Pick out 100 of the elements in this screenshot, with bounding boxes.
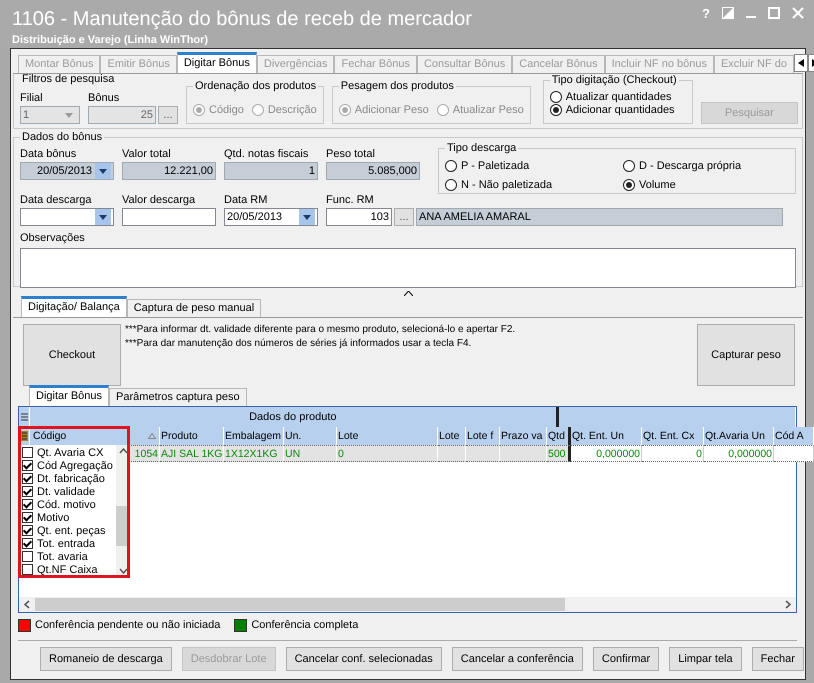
column-header[interactable]: Qt. Ent. Cx bbox=[642, 427, 704, 445]
checkout-button[interactable]: Checkout bbox=[23, 324, 121, 386]
tab[interactable]: Captura de peso manual bbox=[126, 299, 262, 317]
action-button[interactable]: Fechar bbox=[752, 647, 804, 671]
action-button[interactable]: Romaneio de descarga bbox=[40, 647, 172, 671]
column-header[interactable]: Un. bbox=[284, 427, 337, 445]
checkbox-item[interactable]: Qt.NF Caixa bbox=[22, 563, 116, 576]
checkbox[interactable] bbox=[22, 473, 33, 484]
radio-icon[interactable] bbox=[445, 178, 457, 190]
action-button[interactable]: Confirmar bbox=[592, 647, 660, 671]
table-cell bbox=[500, 445, 547, 462]
column-header[interactable]: Produto bbox=[160, 427, 224, 445]
date-combo[interactable]: 20/05/2013 bbox=[224, 208, 318, 226]
table-cell: 0 bbox=[337, 445, 438, 462]
action-button[interactable]: Cancelar conf. selecionadas bbox=[286, 647, 442, 671]
checkbox[interactable] bbox=[22, 525, 33, 536]
column-header[interactable]: Lote bbox=[337, 427, 438, 445]
action-button[interactable]: Cancelar a conferência bbox=[452, 647, 583, 671]
radio-button[interactable]: P - Paletizada bbox=[445, 157, 623, 174]
radio-button[interactable]: Atualizar quantidades bbox=[550, 91, 672, 103]
scroll-up-icon[interactable] bbox=[118, 448, 128, 454]
group-title: Dados do bônus bbox=[20, 131, 104, 143]
column-header[interactable]: Embalagem bbox=[224, 427, 284, 445]
tab[interactable]: Digitação/ Balança bbox=[21, 296, 127, 317]
radio-button[interactable]: N - Não paletizada bbox=[445, 176, 623, 193]
window-subtitle: Distribuição e Varejo (Linha WinThor) bbox=[12, 34, 210, 46]
action-button[interactable]: Limpar tela bbox=[669, 647, 742, 671]
column-header[interactable]: Qtd bbox=[547, 427, 571, 445]
checkbox-item[interactable]: Cód. motivo bbox=[22, 498, 116, 511]
radio-button[interactable]: Adicionar quantidades bbox=[550, 104, 675, 116]
checkbox[interactable] bbox=[22, 551, 33, 562]
tab[interactable]: Parâmetros captura peso bbox=[109, 388, 247, 406]
date-combo[interactable] bbox=[20, 208, 114, 226]
scroll-left-icon[interactable] bbox=[23, 600, 31, 609]
checkbox[interactable] bbox=[22, 499, 33, 510]
scrollbar-thumb[interactable] bbox=[35, 598, 565, 611]
field-label: Bônus bbox=[88, 92, 120, 104]
checkbox-item[interactable]: Tot. avaria bbox=[22, 550, 116, 563]
radio-button[interactable]: Volume bbox=[623, 176, 789, 193]
radio-icon[interactable] bbox=[623, 178, 635, 190]
scroll-left-icon[interactable] bbox=[794, 54, 808, 72]
checkbox-item[interactable]: Qt. ent. peças bbox=[22, 524, 116, 537]
notes-field[interactable] bbox=[20, 248, 796, 288]
field-label: Filial bbox=[20, 92, 44, 104]
checkbox[interactable] bbox=[22, 486, 33, 497]
legend-label: Conferência pendente ou não iniciada bbox=[35, 619, 220, 631]
radio-icon[interactable] bbox=[623, 160, 635, 172]
capture-weight-button[interactable]: Capturar peso bbox=[697, 324, 795, 386]
checkbox[interactable] bbox=[22, 564, 33, 575]
radio-button[interactable]: D - Descarga própria bbox=[623, 157, 789, 174]
hint-text: ***Para informar dt. validade diferente para o mesmo produto, selecioná-lo e apertar F2. bbox=[125, 324, 516, 335]
field-label: Data bônus bbox=[20, 148, 78, 160]
scroll-down-icon[interactable] bbox=[118, 568, 128, 574]
field-label: Peso total bbox=[326, 148, 376, 160]
column-header[interactable]: Qt. Ent. Un bbox=[571, 427, 642, 445]
field-label: Valor descarga bbox=[122, 194, 196, 206]
table-cell bbox=[438, 445, 466, 462]
radio-icon[interactable] bbox=[445, 160, 457, 172]
column-header[interactable]: Lote f bbox=[466, 427, 500, 445]
table-cell: 500 bbox=[547, 445, 571, 462]
tab[interactable]: Digitar Bônus bbox=[176, 52, 257, 73]
column-header[interactable]: Lote bbox=[438, 427, 466, 445]
field-label: Valor total bbox=[122, 148, 172, 160]
field-label: Data RM bbox=[224, 194, 268, 206]
checkbox[interactable] bbox=[22, 538, 33, 549]
table-cell: AJI SAL 1KG bbox=[160, 445, 224, 462]
collapse-icon[interactable] bbox=[404, 290, 412, 296]
column-menu-icon[interactable] bbox=[19, 407, 30, 427]
column-header[interactable]: Código bbox=[33, 430, 66, 442]
hint-text: ***Para dar manutenção dos números de séries já informados usar a tecla F4. bbox=[125, 338, 472, 349]
checkbox-item[interactable]: Tot. entrada bbox=[22, 537, 116, 550]
lookup-button[interactable]: ... bbox=[394, 208, 414, 226]
group-title: Tipo digitação (Checkout) bbox=[550, 74, 679, 86]
scroll-right-icon[interactable] bbox=[784, 600, 792, 609]
checkbox-item[interactable]: Motivo bbox=[22, 511, 116, 524]
input-field[interactable] bbox=[122, 208, 216, 226]
tab[interactable]: Digitar Bônus bbox=[29, 385, 110, 406]
checkbox-item[interactable]: Dt. validade bbox=[22, 485, 116, 498]
group-title: Pesagem dos produtos bbox=[338, 80, 456, 92]
field-label: Observações bbox=[20, 232, 86, 244]
table-cell: 0 bbox=[642, 445, 704, 462]
radio-icon[interactable] bbox=[550, 91, 562, 103]
radio-icon[interactable] bbox=[550, 104, 562, 116]
column-header[interactable]: Qt.Avaria Un bbox=[704, 427, 774, 445]
checkbox[interactable] bbox=[22, 512, 33, 523]
group-title: Ordenação dos produtos bbox=[193, 80, 318, 92]
input-field[interactable]: 103 bbox=[326, 208, 392, 226]
table-cell: 0,000000 bbox=[571, 445, 642, 462]
group-title: Tipo descarga bbox=[445, 142, 518, 154]
field-label: Data descarga bbox=[20, 194, 93, 206]
checkbox-item[interactable]: Dt. fabricação bbox=[22, 472, 116, 485]
checkbox[interactable] bbox=[22, 447, 33, 458]
table-cell: UN bbox=[284, 445, 337, 462]
legend-label: Conferência completa bbox=[251, 619, 358, 631]
checkbox[interactable] bbox=[22, 460, 33, 471]
table-cell: 1X12X1KG bbox=[224, 445, 284, 462]
column-header[interactable]: Cód A bbox=[774, 427, 814, 445]
column-header[interactable]: Prazo va bbox=[500, 427, 547, 445]
table-cell: 0,000000 bbox=[704, 445, 774, 462]
checkbox-item[interactable]: Cód Agregação bbox=[22, 459, 116, 472]
